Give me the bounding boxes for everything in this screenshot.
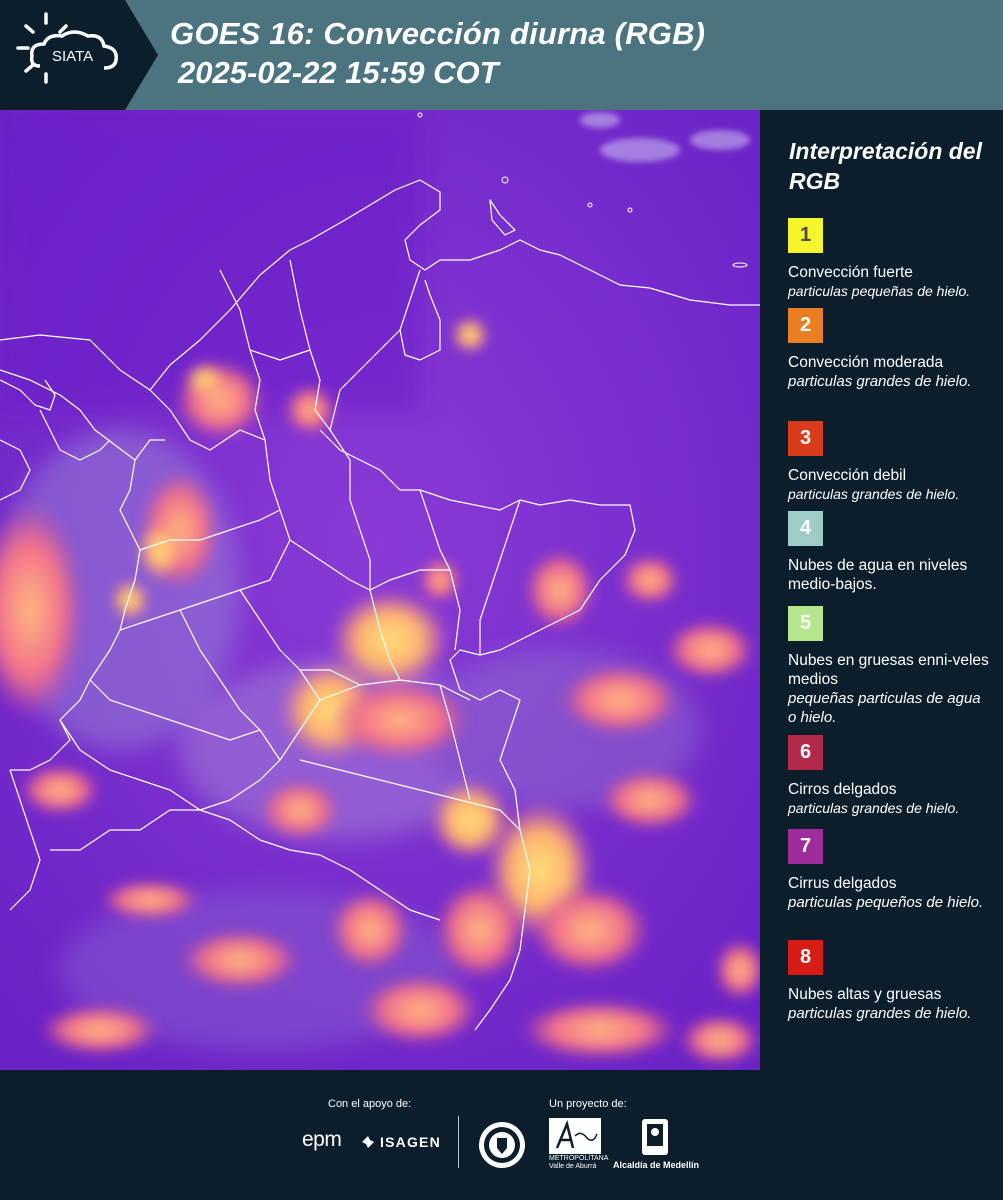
legend-label: Convección debil	[788, 467, 907, 484]
legend-label: Cirrus delgados	[788, 875, 897, 892]
logo-text: SIATA	[52, 48, 93, 65]
legend-label: Cirros delgados	[788, 781, 897, 798]
legend-label: Convección moderada	[788, 354, 944, 371]
legend-label: Nubes en gruesas enni-veles medios	[788, 652, 989, 688]
legend-item-2: 2 Convección moderada particulas grandes…	[788, 308, 993, 391]
footer-divider	[458, 1116, 459, 1168]
legend-swatch-1: 1	[788, 218, 823, 253]
legend-swatch-2: 2	[788, 308, 823, 343]
legend-label: Nubes de agua en niveles medio-bajos.	[788, 557, 968, 593]
area-sub-line-2: Valle de Aburrá	[549, 1163, 597, 1170]
rgb-legend: Interpretación del RGB 1 Convección fuer…	[760, 110, 1003, 1070]
project-label: Un proyecto de:	[549, 1098, 627, 1110]
header-bar: SIATA GOES 16: Convección diurna (RGB) 2…	[0, 0, 1003, 110]
isagen-icon	[362, 1136, 374, 1148]
legend-item-3: 3 Convección debil particulas grandes de…	[788, 421, 993, 504]
legend-swatch-6: 6	[788, 735, 823, 770]
footer-sponsors: Con el apoyo de: Un proyecto de: epm ISA…	[0, 1070, 1003, 1200]
timestamp: 2025-02-22 15:59 COT	[178, 55, 499, 90]
page-title: GOES 16: Convección diurna (RGB)	[170, 16, 706, 51]
legend-item-1: 1 Convección fuerte particulas pequeñas …	[788, 218, 993, 301]
legend-label: Convección fuerte	[788, 264, 913, 281]
alcaldia-text: Alcaldía de Medellín	[613, 1160, 700, 1170]
legend-item-6: 6 Cirros delgados particulas grandes de …	[788, 735, 993, 818]
legend-sublabel: particulas pequeñas de hielo.	[788, 283, 971, 299]
legend-swatch-4: 4	[788, 511, 823, 546]
area-sub-line-1: METROPOLITANA	[549, 1155, 609, 1162]
legend-label: Nubes altas y gruesas	[788, 986, 942, 1003]
area-metropolitana-logo	[549, 1118, 601, 1154]
alcaldia-shield-icon	[642, 1119, 668, 1155]
legend-item-7: 7 Cirrus delgados particulas pequeños de…	[788, 829, 993, 912]
legend-title: Interpretación del RGB	[789, 138, 982, 194]
isagen-text: ISAGEN	[380, 1134, 441, 1150]
support-label: Con el apoyo de:	[328, 1098, 412, 1110]
area-subtitle: METROPOLITANA Valle de Aburrá	[549, 1155, 608, 1171]
legend-sublabel: particulas grandes de hielo.	[788, 1005, 972, 1022]
legend-sublabel: particulas pequeños de hielo.	[788, 894, 984, 911]
legend-swatch-7: 7	[788, 829, 823, 864]
legend-item-8: 8 Nubes altas y gruesas particulas grand…	[788, 940, 993, 1023]
legend-item-5: 5 Nubes en gruesas enni-veles medios peq…	[788, 606, 993, 727]
legend-swatch-8: 8	[788, 940, 823, 975]
legend-item-4: 4 Nubes de agua en niveles medio-bajos.	[788, 511, 993, 594]
legend-sublabel: particulas grandes de hielo.	[788, 800, 960, 816]
siata-logo: SIATA	[0, 0, 158, 110]
isagen-logo: ISAGEN	[360, 1132, 441, 1152]
satellite-map	[0, 110, 760, 1070]
legend-sublabel: particulas grandes de hielo.	[788, 373, 972, 390]
legend-sublabel: pequeñas particulas de agua o hielo.	[788, 690, 981, 726]
epm-logo: epm	[302, 1128, 342, 1151]
legend-sublabel: particulas grandes de hielo.	[788, 486, 960, 502]
metropolitan-seal-icon	[479, 1122, 525, 1168]
legend-swatch-3: 3	[788, 421, 823, 456]
legend-swatch-5: 5	[788, 606, 823, 641]
